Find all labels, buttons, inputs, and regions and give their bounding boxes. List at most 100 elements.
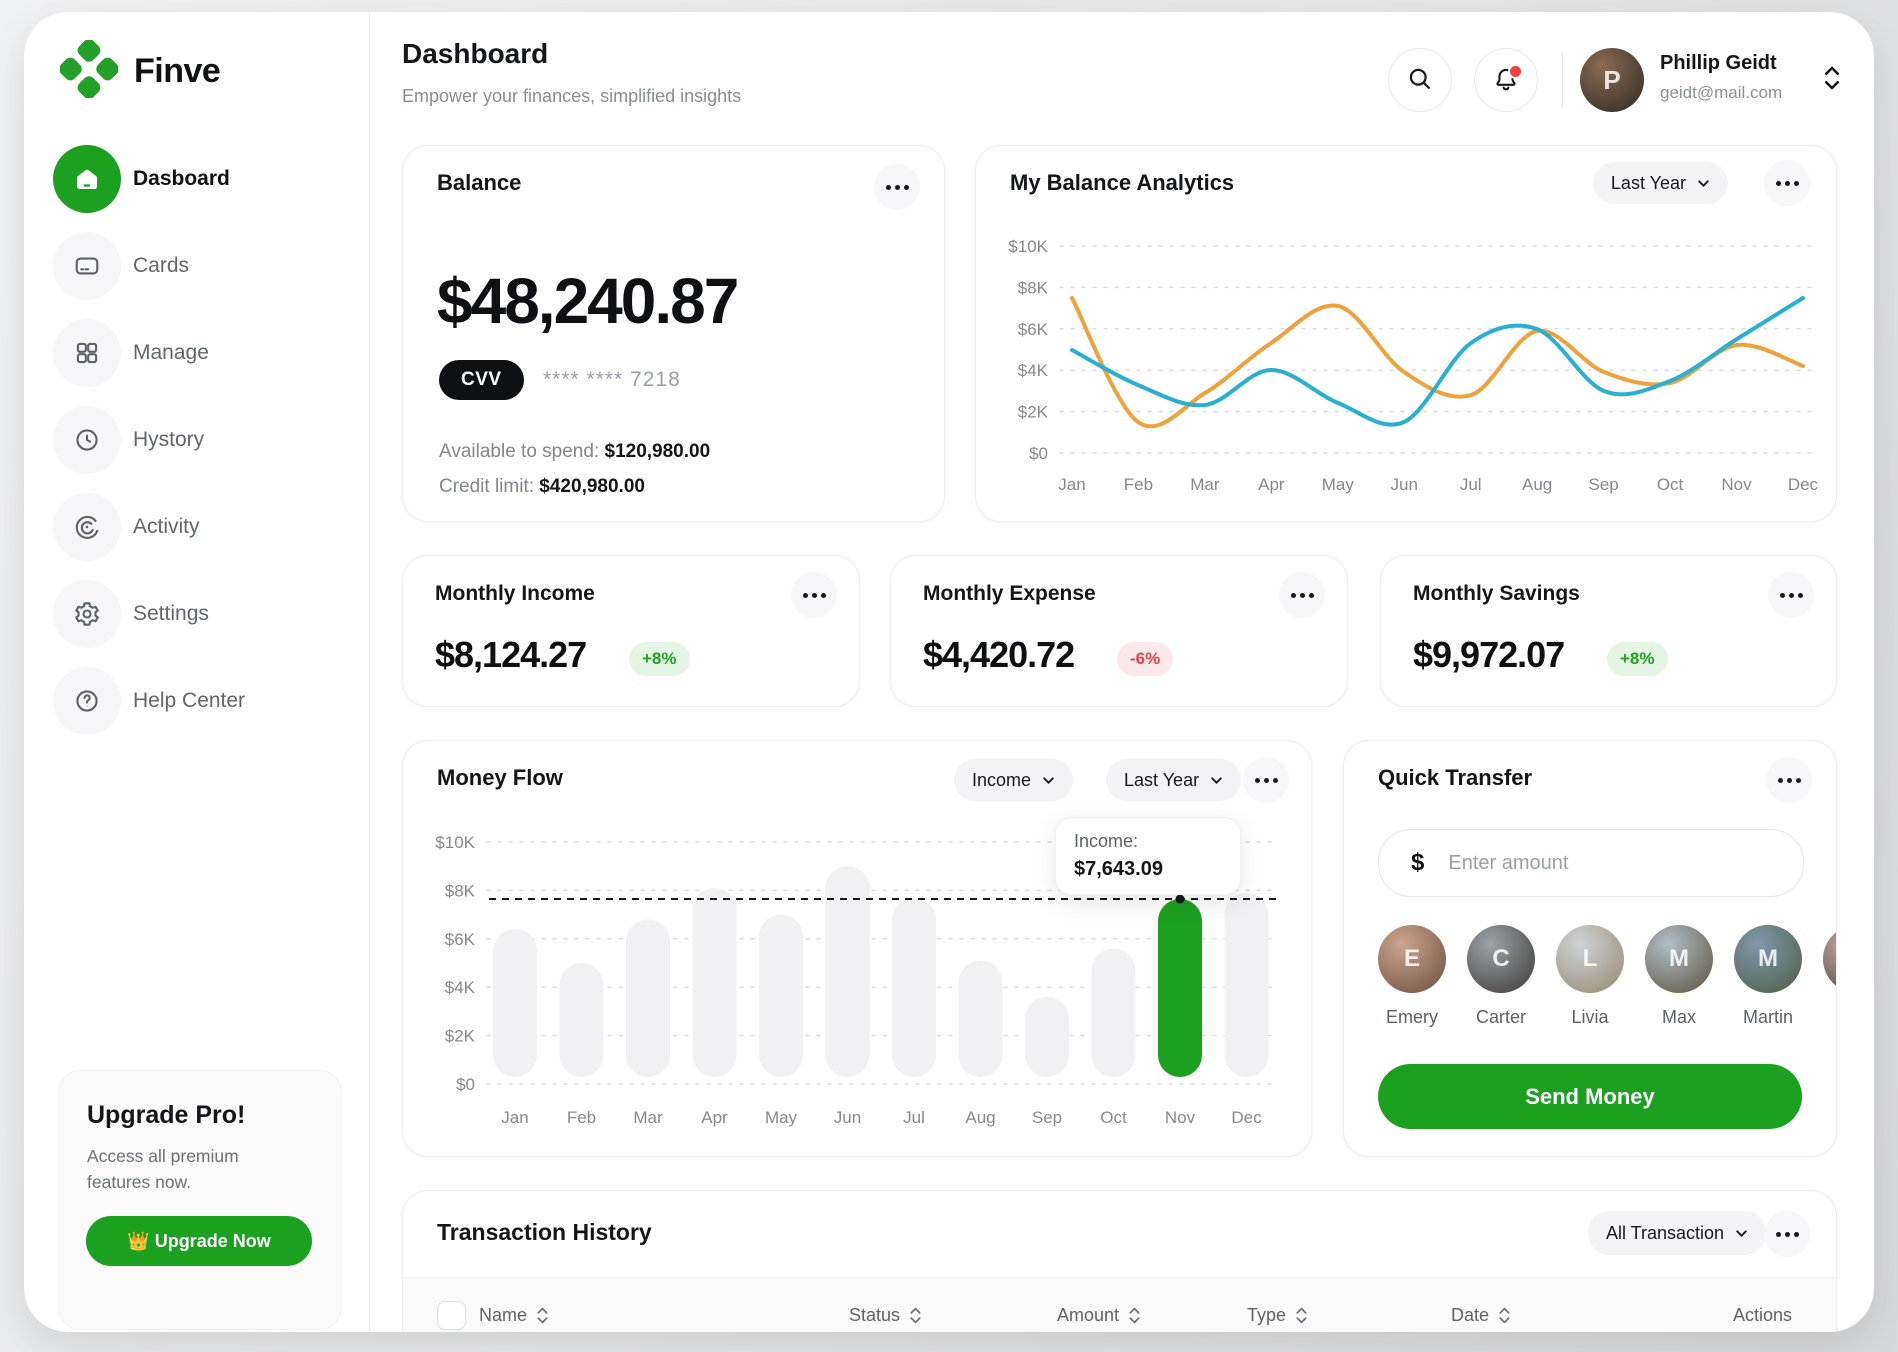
contact-martin[interactable]: MMartin [1734, 925, 1802, 1055]
svg-text:Apr: Apr [701, 1108, 728, 1127]
svg-text:Mar: Mar [1190, 475, 1220, 494]
more-icon [895, 185, 900, 190]
svg-text:Mar: Mar [633, 1108, 663, 1127]
transaction-history-card: Transaction History All Transaction Name… [402, 1190, 1837, 1332]
upgrade-pro-card: Upgrade Pro! Access all premium features… [58, 1070, 342, 1330]
svg-text:Dec: Dec [1788, 475, 1819, 494]
amount-input-wrapper: $ [1378, 829, 1804, 897]
svg-text:Nov: Nov [1721, 475, 1752, 494]
svg-text:Dec: Dec [1231, 1108, 1262, 1127]
svg-text:$2K: $2K [1018, 403, 1049, 422]
sidebar-item-cards[interactable]: Cards [24, 232, 369, 300]
more-icon [1789, 593, 1794, 598]
balance-title: Balance [437, 170, 521, 196]
search-button[interactable] [1388, 48, 1452, 112]
app-frame: Finve Dasboard Cards Manage Hystory Activity… [24, 12, 1874, 1332]
notifications-button[interactable] [1474, 48, 1538, 112]
profile-expand-icon[interactable] [1822, 62, 1842, 99]
svg-text:Aug: Aug [1522, 475, 1552, 494]
svg-text:Oct: Oct [1657, 475, 1684, 494]
stat-value: $9,972.07 [1413, 634, 1564, 676]
sidebar-item-dasboard[interactable]: Dasboard [24, 145, 369, 213]
stat-title: Monthly Income [435, 582, 595, 606]
user-avatar[interactable]: P [1580, 48, 1644, 112]
svg-text:$0: $0 [456, 1075, 475, 1094]
svg-text:Sep: Sep [1588, 475, 1618, 494]
svg-text:$6K: $6K [1018, 320, 1049, 339]
contact-max[interactable]: MMax [1645, 925, 1713, 1055]
credit-limit: Credit limit: $420,980.00 [439, 476, 645, 498]
column-header-status[interactable]: Status [849, 1305, 922, 1326]
balance-more-button[interactable] [874, 164, 920, 210]
column-header-date[interactable]: Date [1451, 1305, 1511, 1326]
amount-input[interactable] [1446, 851, 1783, 876]
column-label: Amount [1057, 1305, 1119, 1326]
column-label: Name [479, 1305, 527, 1326]
svg-text:$0: $0 [1029, 444, 1048, 463]
sidebar-item-settings[interactable]: Settings [24, 580, 369, 648]
transactions-filter-select[interactable]: All Transaction [1588, 1211, 1766, 1255]
contact-name: Emery [1378, 1007, 1446, 1028]
transactions-more-button[interactable] [1764, 1211, 1810, 1257]
stat-value: $8,124.27 [435, 634, 586, 676]
send-money-button[interactable]: Send Money [1378, 1064, 1802, 1129]
upgrade-now-button[interactable]: 👑 Upgrade Now [86, 1216, 312, 1266]
balance-card: Balance $48,240.87 CVV **** **** 7218 Av… [402, 145, 945, 522]
sidebar-item-label: Settings [133, 602, 209, 626]
column-label: Actions [1733, 1305, 1792, 1326]
money-flow-card: Money Flow Income Last Year $0$2K$4K$6K$… [402, 740, 1312, 1157]
grid-icon [53, 319, 121, 387]
stat-delta-badge: -6% [1117, 642, 1173, 676]
column-header-actions[interactable]: Actions [1733, 1305, 1792, 1326]
svg-text:Jul: Jul [903, 1108, 925, 1127]
contact-emery[interactable]: E Emery [1378, 925, 1446, 1055]
sort-icon [1128, 1306, 1141, 1325]
select-all-checkbox[interactable] [437, 1301, 466, 1330]
column-label: Date [1451, 1305, 1489, 1326]
balance-amount: $48,240.87 [437, 264, 737, 338]
notification-dot [1508, 64, 1523, 79]
brand-logo: Finve [60, 40, 220, 103]
contact-avatar: L [1556, 925, 1624, 993]
column-label: Status [849, 1305, 900, 1326]
svg-text:$4K: $4K [1018, 361, 1049, 380]
contact-name: Max [1645, 1007, 1713, 1028]
sidebar-item-label: Manage [133, 341, 209, 365]
more-icon [812, 593, 817, 598]
sidebar-item-help-center[interactable]: Help Center [24, 667, 369, 735]
tooltip-label: Income: [1074, 831, 1222, 852]
finve-logo-icon [60, 40, 118, 103]
available-to-spend: Available to spend: $120,980.00 [439, 441, 710, 463]
quick-transfer-card: Quick Transfer $ EEmeryCCarterLLiviaMMax… [1343, 740, 1837, 1157]
column-header-name[interactable]: Name [479, 1305, 549, 1326]
sidebar-item-label: Dasboard [133, 167, 230, 191]
help-icon [53, 667, 121, 735]
column-header-type[interactable]: Type [1247, 1305, 1308, 1326]
quick-transfer-more-button[interactable] [1766, 757, 1812, 803]
tooltip-value: $7,643.09 [1074, 858, 1222, 881]
contact-carter[interactable]: CCarter [1467, 925, 1535, 1055]
stat-more-button[interactable] [791, 572, 837, 618]
sidebar-item-activity[interactable]: Activity [24, 493, 369, 561]
sidebar-item-hystory[interactable]: Hystory [24, 406, 369, 474]
svg-text:Jun: Jun [834, 1108, 861, 1127]
brand-name: Finve [134, 52, 220, 91]
column-header-amount[interactable]: Amount [1057, 1305, 1141, 1326]
stat-more-button[interactable] [1279, 572, 1325, 618]
contact-ab[interactable]: AAb [1823, 925, 1836, 1055]
stat-card-monthly-income: Monthly Income$8,124.27+8% [402, 555, 860, 707]
contact-avatar: E [1378, 925, 1446, 993]
sidebar-item-manage[interactable]: Manage [24, 319, 369, 387]
stat-more-button[interactable] [1768, 572, 1814, 618]
balance-analytics-chart: $0$2K$4K$6K$8K$10KJanFebMarAprMayJunJulA… [976, 146, 1836, 521]
svg-text:Jan: Jan [1058, 475, 1085, 494]
money-flow-chart: $0$2K$4K$6K$8K$10KJanFebMarAprMayJunJulA… [403, 741, 1311, 1156]
svg-text:May: May [765, 1108, 798, 1127]
clock-icon [53, 406, 121, 474]
more-icon [1300, 593, 1305, 598]
svg-text:$10K: $10K [1008, 237, 1048, 256]
cvv-badge[interactable]: CVV [439, 360, 524, 400]
svg-text:$8K: $8K [445, 881, 476, 900]
contact-livia[interactable]: LLivia [1556, 925, 1624, 1055]
svg-text:$2K: $2K [445, 1027, 476, 1046]
